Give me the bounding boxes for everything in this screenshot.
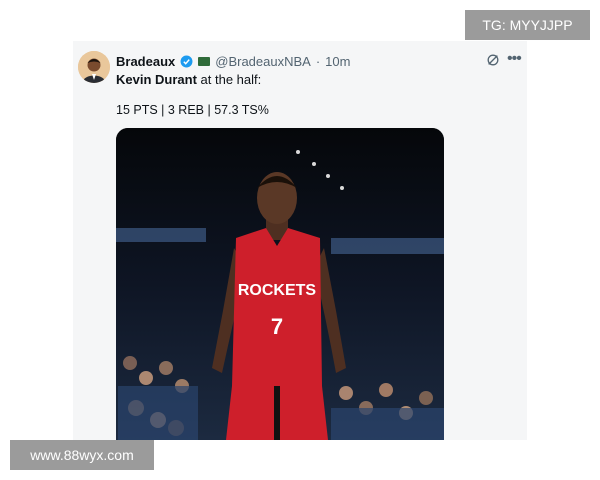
- tweet-photo[interactable]: ROCKETS 7: [116, 128, 444, 440]
- tweet-card[interactable]: Bradeaux @BradeauxNBA · 10m ••• Kevin Du…: [73, 41, 527, 440]
- jersey-team-text: ROCKETS: [238, 282, 317, 299]
- flag-icon: [198, 56, 211, 66]
- avatar[interactable]: [78, 51, 110, 83]
- grok-icon[interactable]: [486, 53, 500, 67]
- tweet-stats: 15 PTS | 3 REB | 57.3 TS%: [116, 103, 269, 117]
- tweet-header: Bradeaux @BradeauxNBA · 10m: [116, 52, 350, 70]
- more-icon[interactable]: •••: [507, 51, 522, 67]
- author-handle[interactable]: @BradeauxNBA: [215, 54, 311, 69]
- player-name: Kevin Durant: [116, 72, 197, 87]
- verified-badge-icon: [180, 55, 193, 67]
- tg-watermark: TG: MYYJJPP: [465, 10, 590, 40]
- timestamp[interactable]: 10m: [325, 54, 350, 69]
- tweet-text: Kevin Durant at the half:: [116, 72, 261, 87]
- tweet-text-suffix: at the half:: [196, 72, 262, 87]
- www-watermark: www.88wyx.com: [10, 440, 154, 470]
- jersey-number-text: 7: [271, 314, 283, 339]
- author-name[interactable]: Bradeaux: [116, 54, 175, 69]
- separator-dot: ·: [315, 53, 321, 69]
